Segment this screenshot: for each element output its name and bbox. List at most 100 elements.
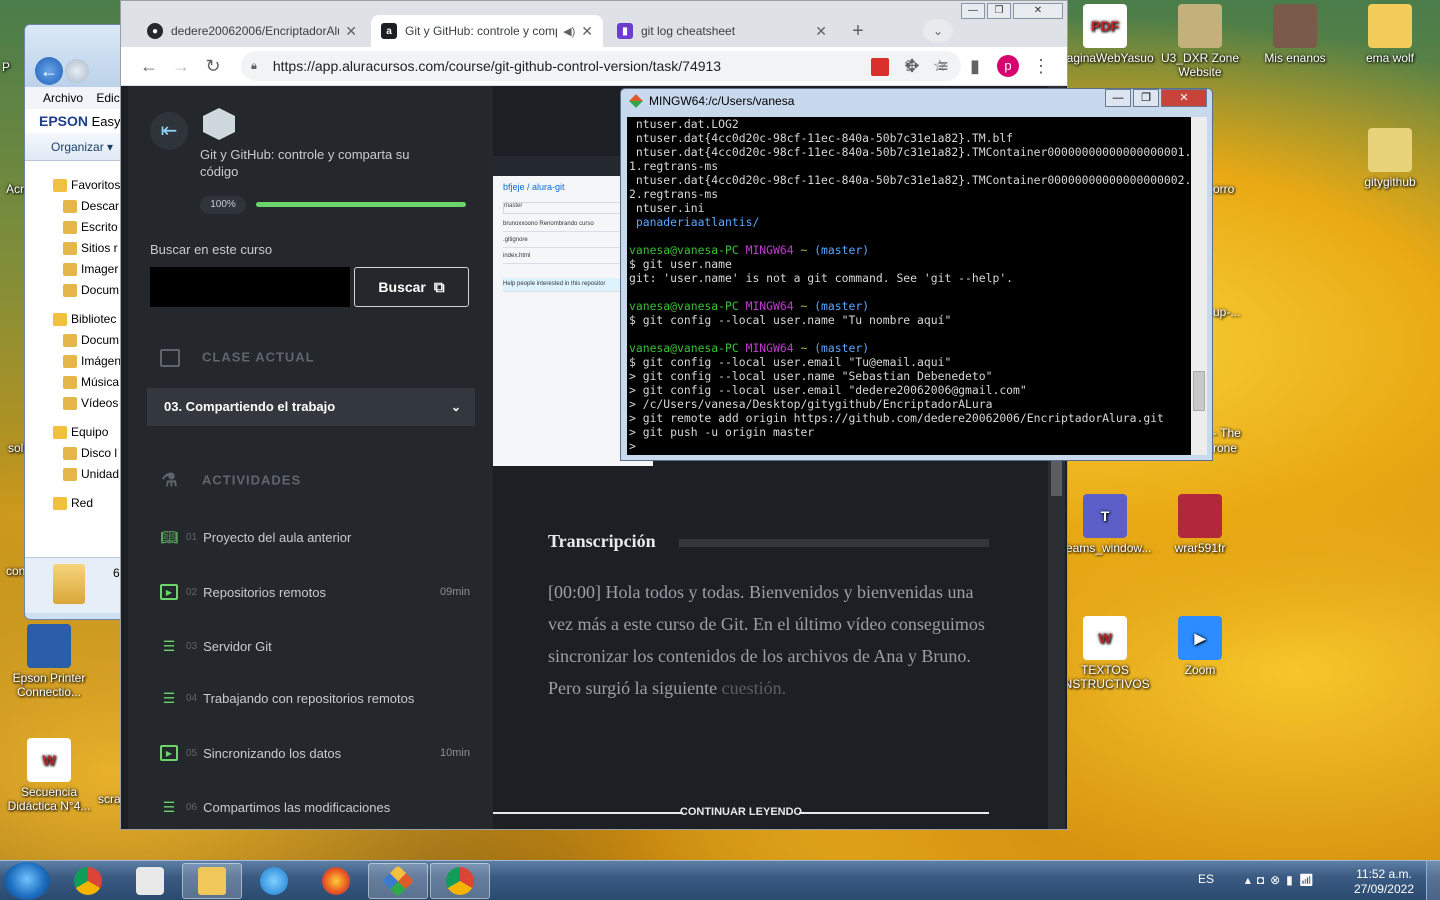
menu-archivo[interactable]: Archivo (43, 91, 83, 105)
tab-git-log[interactable]: ▮ git log cheatsheet ✕ (607, 15, 837, 47)
desktop-icon[interactable]: ema wolf (1345, 4, 1435, 65)
tree-item[interactable]: Favoritos (25, 175, 133, 196)
language-indicator[interactable]: ES (1198, 872, 1214, 886)
desktop-icon[interactable]: ▶ Zoom (1155, 616, 1245, 677)
tree-item[interactable]: Sitios r (25, 238, 133, 259)
activity-item[interactable]: 📖︎ 01 Proyecto del aula anterior (160, 526, 470, 548)
terminal-scrollbar[interactable] (1191, 117, 1207, 455)
continue-reading-button[interactable]: CONTINUAR LEYENDO (493, 806, 989, 818)
prompt-branch: (master) (814, 243, 870, 257)
current-class-dropdown[interactable]: 03. Compartiendo el trabajo ⌄ (147, 388, 475, 426)
close-icon[interactable]: ✕ (581, 23, 593, 40)
chrome-profile-icon[interactable] (430, 863, 490, 899)
internet-explorer-icon[interactable] (244, 863, 304, 899)
explorer-window[interactable]: ← Archivo Edic EPSON Easy Organizar ▾ Fa… (24, 24, 134, 620)
desktop-icon-label: up-... (1213, 305, 1241, 319)
terminal-window[interactable]: MINGW64:/c/Users/vanesa — ❐ ✕ ntuser.dat… (620, 88, 1213, 461)
tree-item[interactable]: Descar (25, 196, 133, 217)
prompt-sys: MINGW64 (745, 243, 794, 257)
maximize-button[interactable]: ❐ (987, 3, 1011, 19)
desktop-icon[interactable]: gitygithub (1345, 128, 1435, 189)
start-button[interactable] (4, 862, 50, 900)
tab-alura[interactable]: a Git y GitHub: controle y compar ◀) ✕ (371, 15, 603, 47)
activity-item[interactable]: ☰ 03 Servidor Git (160, 635, 470, 657)
profile-avatar[interactable]: p (997, 55, 1019, 77)
extension-pdf-icon[interactable] (871, 58, 889, 76)
tree-item[interactable]: Disco l (25, 443, 133, 464)
tab-github[interactable]: ● dedere20062006/EncriptadorAlura ✕ (137, 15, 367, 47)
media-player-icon[interactable] (120, 863, 180, 899)
back-arrow-icon[interactable]: ← (35, 57, 63, 85)
activity-item[interactable]: ▶ 02 Repositorios remotos 09min (160, 581, 470, 603)
terminal-output[interactable]: ntuser.dat.LOG2 ntuser.dat{4cc0d20c-98cf… (627, 117, 1191, 455)
firefox-icon[interactable] (306, 863, 366, 899)
desktop-icon[interactable]: U3_DXR Zone Website (1155, 4, 1245, 79)
terminal-line: > git push -u origin master (629, 425, 815, 439)
taskbar: ES ▴◘⊗▮📶︎ 11:52 a.m. 27/09/2022 (0, 860, 1440, 900)
tree-item[interactable]: Vídeos (25, 393, 133, 414)
desktop-icon-image (1368, 4, 1412, 48)
prompt-path: ~ (800, 341, 808, 355)
tree-item[interactable]: Equipo (25, 422, 133, 443)
tree-item[interactable]: Escrito (25, 217, 133, 238)
minimize-button[interactable]: — (961, 3, 985, 19)
activity-item[interactable]: ☰ 06 Compartimos las modificaciones (160, 796, 470, 818)
tree-item[interactable]: Imágen (25, 351, 133, 372)
collapse-sidebar-icon[interactable]: ⇤ (150, 112, 188, 150)
menu-kebab-icon[interactable]: ⋮ (1025, 50, 1057, 82)
tree-item[interactable]: Docum (25, 330, 133, 351)
desktop-icon[interactable]: Mis enanos (1250, 4, 1340, 65)
tree-item[interactable]: Música (25, 372, 133, 393)
new-tab-button[interactable]: + (843, 15, 873, 47)
scroll-thumb[interactable] (1051, 456, 1062, 496)
tab-title: Git y GitHub: controle y compar (405, 24, 558, 38)
organize-button[interactable]: Organizar ▾ (25, 133, 133, 161)
terminal-line: > /c/Users/vanesa/Desktop/gitygithub/Enc… (629, 397, 993, 411)
tree-item[interactable]: Red (25, 493, 133, 514)
media-control-icon[interactable]: ≡ (927, 50, 959, 82)
desktop-icon[interactable]: W Secuencia Didáctica N°4... (4, 738, 94, 813)
desktop-icon-label: sol (8, 441, 24, 455)
desktop-icon[interactable]: PDF paginaWebYasuo (1060, 4, 1154, 65)
desktop-icon[interactable]: Epson Printer Connectio... (4, 624, 94, 699)
maximize-button[interactable]: ❐ (1133, 89, 1159, 107)
extensions-puzzle-icon[interactable]: ✥ (896, 50, 928, 82)
search-button[interactable]: Buscar ⧉ (354, 267, 469, 307)
reload-icon[interactable]: ↻ (197, 50, 229, 82)
chrome-icon[interactable] (58, 863, 118, 899)
tree-item[interactable]: Docum (25, 280, 133, 301)
course-logo-icon (203, 108, 235, 140)
menu-edicion[interactable]: Edic (96, 91, 119, 105)
tray-icons[interactable]: ▴◘⊗▮📶︎ (1245, 873, 1320, 887)
address-bar[interactable]: 🔒︎ https://app.aluracursos.com/course/gi… (241, 51, 961, 81)
activity-item[interactable]: ▶ 05 Sincronizando los datos 10min (160, 742, 470, 764)
course-search-input[interactable] (150, 267, 350, 307)
desktop-icon[interactable]: wrar591fr (1155, 494, 1245, 555)
scroll-thumb[interactable] (1193, 371, 1205, 411)
explorer-icon[interactable] (182, 863, 242, 899)
transcript-text: [00:00] Hola todos y todas. Bienvenidos … (548, 576, 988, 704)
close-window-button[interactable]: ✕ (1161, 89, 1207, 107)
speaker-icon[interactable]: ◀) (563, 25, 575, 38)
tree-item[interactable]: Imager (25, 259, 133, 280)
back-icon[interactable]: ← (133, 50, 165, 82)
forward-arrow-icon[interactable] (65, 59, 89, 83)
course-sidebar: ⇤ Git y GitHub: controle y comparta su c… (128, 86, 493, 829)
desktop-icon[interactable]: W TEXTOS INSTRUCTIVOS (1060, 616, 1150, 691)
close-icon[interactable]: ✕ (815, 23, 827, 40)
activity-item[interactable]: ☰ 04 Trabajando con repositorios remotos (160, 687, 470, 709)
desktop-icon[interactable]: T Teams_window... (1060, 494, 1151, 555)
forward-icon[interactable]: → (165, 50, 197, 82)
side-panel-icon[interactable]: ▮ (959, 50, 991, 82)
close-icon[interactable]: ✕ (345, 23, 357, 40)
minimize-button[interactable]: — (1105, 89, 1131, 107)
show-desktop-button[interactable] (1426, 861, 1440, 900)
git-bash-taskbar-icon[interactable] (368, 863, 428, 899)
clock[interactable]: 11:52 a.m. 27/09/2022 (1354, 867, 1414, 897)
tree-item[interactable]: Bibliotec (25, 309, 133, 330)
terminal-line: ntuser.dat{4cc0d20c-98cf-11ec-840a-50b7c… (635, 145, 1191, 159)
tab-search-button[interactable]: ⌄ (923, 19, 953, 43)
close-window-button[interactable]: ✕ (1013, 3, 1063, 19)
tree-item[interactable]: Unidad (25, 464, 133, 485)
flask-icon: ⚗ (161, 470, 179, 490)
